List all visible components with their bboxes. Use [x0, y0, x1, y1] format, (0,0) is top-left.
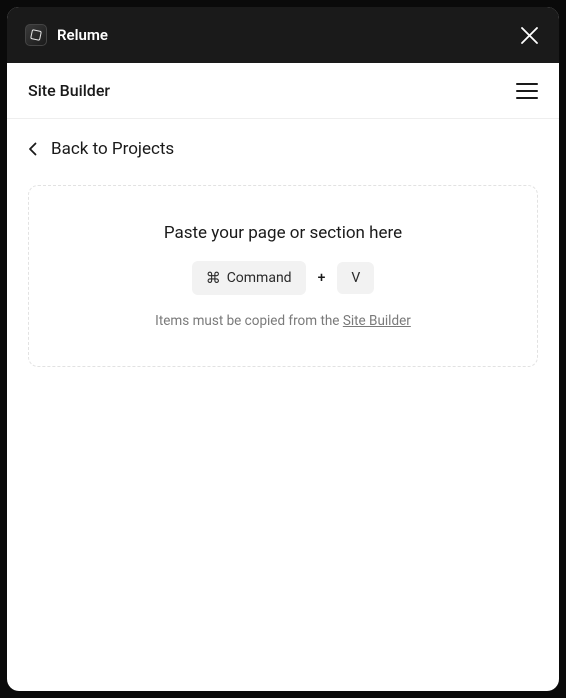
menu-button[interactable] — [516, 83, 538, 99]
content-area: Back to Projects Paste your page or sect… — [7, 119, 559, 691]
paste-hint: Items must be copied from the Site Build… — [155, 313, 411, 329]
brand-logo-icon — [25, 24, 47, 46]
plus-separator: + — [318, 270, 326, 286]
v-key-label: V — [351, 270, 360, 286]
close-button[interactable] — [517, 23, 541, 47]
paste-zone-title: Paste your page or section here — [164, 223, 402, 243]
keyboard-shortcut: ⌘ Command + V — [192, 261, 375, 295]
brand-name: Relume — [57, 26, 108, 44]
hamburger-icon — [516, 83, 538, 85]
back-to-projects-link[interactable]: Back to Projects — [28, 139, 538, 159]
back-link-label: Back to Projects — [51, 139, 174, 159]
v-key: V — [337, 262, 374, 294]
brand-block: Relume — [25, 24, 108, 46]
titlebar: Relume — [7, 7, 559, 63]
subheader: Site Builder — [7, 63, 559, 119]
command-key: ⌘ Command — [192, 261, 306, 295]
command-key-label: Command — [227, 270, 292, 286]
site-builder-link[interactable]: Site Builder — [343, 313, 411, 329]
app-window: Relume Site Builder Back to Projects Pas… — [7, 7, 559, 691]
paste-dropzone[interactable]: Paste your page or section here ⌘ Comman… — [28, 185, 538, 367]
page-title: Site Builder — [28, 81, 110, 100]
command-icon: ⌘ — [206, 269, 221, 287]
close-icon — [521, 27, 538, 44]
chevron-left-icon — [28, 142, 37, 156]
hint-text: Items must be copied from the — [155, 313, 343, 329]
